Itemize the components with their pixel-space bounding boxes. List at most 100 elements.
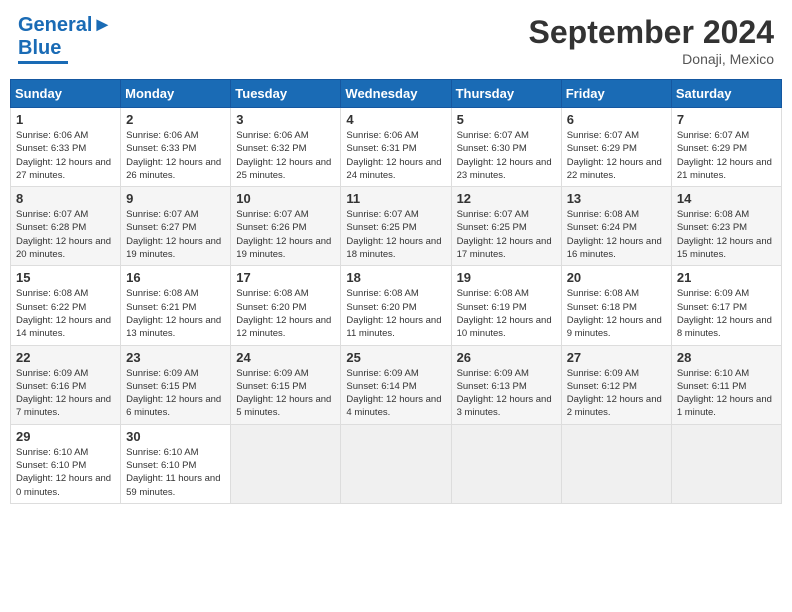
day-info: Sunrise: 6:07 AMSunset: 6:29 PMDaylight:… — [567, 129, 666, 182]
day-info: Sunrise: 6:08 AMSunset: 6:23 PMDaylight:… — [677, 208, 776, 261]
calendar-day-cell: 12 Sunrise: 6:07 AMSunset: 6:25 PMDayligh… — [451, 187, 561, 266]
calendar-day-cell: 29 Sunrise: 6:10 AMSunset: 6:10 PMDayligh… — [11, 424, 121, 503]
logo-underline — [18, 61, 68, 64]
day-info: Sunrise: 6:10 AMSunset: 6:11 PMDaylight:… — [677, 367, 776, 420]
day-number: 6 — [567, 112, 666, 127]
calendar-day-cell: 30 Sunrise: 6:10 AMSunset: 6:10 PMDayligh… — [121, 424, 231, 503]
col-monday: Monday — [121, 80, 231, 108]
day-info: Sunrise: 6:07 AMSunset: 6:27 PMDaylight:… — [126, 208, 225, 261]
day-number: 20 — [567, 270, 666, 285]
calendar-day-cell — [231, 424, 341, 503]
calendar-header-row: Sunday Monday Tuesday Wednesday Thursday… — [11, 80, 782, 108]
day-info: Sunrise: 6:06 AMSunset: 6:33 PMDaylight:… — [16, 129, 115, 182]
day-number: 9 — [126, 191, 225, 206]
day-number: 15 — [16, 270, 115, 285]
calendar-day-cell: 26Sunrise: 6:09 AMSunset: 6:13 PMDayligh… — [451, 345, 561, 424]
calendar-day-cell: 24 Sunrise: 6:09 AMSunset: 6:15 PMDayligh… — [231, 345, 341, 424]
day-number: 25 — [346, 350, 445, 365]
col-thursday: Thursday — [451, 80, 561, 108]
day-number: 30 — [126, 429, 225, 444]
day-number: 14 — [677, 191, 776, 206]
col-sunday: Sunday — [11, 80, 121, 108]
day-info: Sunrise: 6:09 AMSunset: 6:17 PMDaylight:… — [677, 287, 776, 340]
day-info: Sunrise: 6:08 AMSunset: 6:24 PMDaylight:… — [567, 208, 666, 261]
calendar-day-cell: 23 Sunrise: 6:09 AMSunset: 6:15 PMDayligh… — [121, 345, 231, 424]
calendar-day-cell: 8Sunrise: 6:07 AMSunset: 6:28 PMDaylight… — [11, 187, 121, 266]
day-number: 2 — [126, 112, 225, 127]
calendar-day-cell: 4 Sunrise: 6:06 AMSunset: 6:31 PMDaylight… — [341, 108, 451, 187]
day-info: Sunrise: 6:06 AMSunset: 6:31 PMDaylight:… — [346, 129, 445, 182]
calendar-day-cell: 18 Sunrise: 6:08 AMSunset: 6:20 PMDayligh… — [341, 266, 451, 345]
day-info: Sunrise: 6:08 AMSunset: 6:21 PMDaylight:… — [126, 287, 225, 340]
calendar-week-row: 15Sunrise: 6:08 AMSunset: 6:22 PMDayligh… — [11, 266, 782, 345]
calendar-day-cell: 9 Sunrise: 6:07 AMSunset: 6:27 PMDaylight… — [121, 187, 231, 266]
col-wednesday: Wednesday — [341, 80, 451, 108]
calendar-day-cell: 1 Sunrise: 6:06 AMSunset: 6:33 PMDaylight… — [11, 108, 121, 187]
calendar-day-cell: 10Sunrise: 6:07 AMSunset: 6:26 PMDayligh… — [231, 187, 341, 266]
day-number: 23 — [126, 350, 225, 365]
day-info: Sunrise: 6:07 AMSunset: 6:25 PMDaylight:… — [346, 208, 445, 261]
day-info: Sunrise: 6:07 AMSunset: 6:30 PMDaylight:… — [457, 129, 556, 182]
day-info: Sunrise: 6:09 AMSunset: 6:15 PMDaylight:… — [126, 367, 225, 420]
calendar-day-cell: 13 Sunrise: 6:08 AMSunset: 6:24 PMDayligh… — [561, 187, 671, 266]
day-info: Sunrise: 6:10 AMSunset: 6:10 PMDaylight:… — [16, 446, 115, 499]
day-number: 24 — [236, 350, 335, 365]
calendar-week-row: 29 Sunrise: 6:10 AMSunset: 6:10 PMDayligh… — [11, 424, 782, 503]
day-number: 18 — [346, 270, 445, 285]
calendar-day-cell: 16Sunrise: 6:08 AMSunset: 6:21 PMDayligh… — [121, 266, 231, 345]
calendar-day-cell: 28 Sunrise: 6:10 AMSunset: 6:11 PMDayligh… — [671, 345, 781, 424]
day-number: 11 — [346, 191, 445, 206]
day-number: 28 — [677, 350, 776, 365]
calendar-day-cell: 3Sunrise: 6:06 AMSunset: 6:32 PMDaylight… — [231, 108, 341, 187]
day-number: 1 — [16, 112, 115, 127]
title-section: September 2024 Donaji, Mexico — [529, 14, 774, 67]
day-number: 22 — [16, 350, 115, 365]
calendar-day-cell: 25 Sunrise: 6:09 AMSunset: 6:14 PMDayligh… — [341, 345, 451, 424]
page-header: General► Blue September 2024 Donaji, Mex… — [10, 10, 782, 71]
calendar-day-cell — [341, 424, 451, 503]
day-info: Sunrise: 6:07 AMSunset: 6:29 PMDaylight:… — [677, 129, 776, 182]
col-friday: Friday — [561, 80, 671, 108]
day-number: 4 — [346, 112, 445, 127]
calendar-week-row: 8Sunrise: 6:07 AMSunset: 6:28 PMDaylight… — [11, 187, 782, 266]
day-info: Sunrise: 6:07 AMSunset: 6:25 PMDaylight:… — [457, 208, 556, 261]
day-number: 12 — [457, 191, 556, 206]
day-info: Sunrise: 6:08 AMSunset: 6:20 PMDaylight:… — [236, 287, 335, 340]
calendar-day-cell: 15Sunrise: 6:08 AMSunset: 6:22 PMDayligh… — [11, 266, 121, 345]
calendar-day-cell: 7Sunrise: 6:07 AMSunset: 6:29 PMDaylight… — [671, 108, 781, 187]
calendar-day-cell — [561, 424, 671, 503]
day-info: Sunrise: 6:07 AMSunset: 6:28 PMDaylight:… — [16, 208, 115, 261]
day-info: Sunrise: 6:09 AMSunset: 6:16 PMDaylight:… — [16, 367, 115, 420]
subtitle: Donaji, Mexico — [529, 51, 774, 67]
calendar-day-cell: 11 Sunrise: 6:07 AMSunset: 6:25 PMDayligh… — [341, 187, 451, 266]
day-info: Sunrise: 6:06 AMSunset: 6:32 PMDaylight:… — [236, 129, 335, 182]
calendar-day-cell — [671, 424, 781, 503]
calendar-week-row: 22 Sunrise: 6:09 AMSunset: 6:16 PMDayligh… — [11, 345, 782, 424]
calendar-day-cell: 17Sunrise: 6:08 AMSunset: 6:20 PMDayligh… — [231, 266, 341, 345]
logo-line2: Blue — [18, 37, 61, 60]
logo-text: General► — [18, 14, 112, 37]
day-number: 13 — [567, 191, 666, 206]
day-info: Sunrise: 6:08 AMSunset: 6:18 PMDaylight:… — [567, 287, 666, 340]
calendar-day-cell: 5 Sunrise: 6:07 AMSunset: 6:30 PMDaylight… — [451, 108, 561, 187]
day-number: 29 — [16, 429, 115, 444]
day-info: Sunrise: 6:10 AMSunset: 6:10 PMDaylight:… — [126, 446, 225, 499]
day-number: 5 — [457, 112, 556, 127]
calendar-day-cell: 27 Sunrise: 6:09 AMSunset: 6:12 PMDayligh… — [561, 345, 671, 424]
day-info: Sunrise: 6:09 AMSunset: 6:15 PMDaylight:… — [236, 367, 335, 420]
day-number: 27 — [567, 350, 666, 365]
day-info: Sunrise: 6:08 AMSunset: 6:19 PMDaylight:… — [457, 287, 556, 340]
day-info: Sunrise: 6:08 AMSunset: 6:20 PMDaylight:… — [346, 287, 445, 340]
col-saturday: Saturday — [671, 80, 781, 108]
calendar-week-row: 1 Sunrise: 6:06 AMSunset: 6:33 PMDaylight… — [11, 108, 782, 187]
calendar-day-cell: 19Sunrise: 6:08 AMSunset: 6:19 PMDayligh… — [451, 266, 561, 345]
day-info: Sunrise: 6:06 AMSunset: 6:33 PMDaylight:… — [126, 129, 225, 182]
calendar-table: Sunday Monday Tuesday Wednesday Thursday… — [10, 79, 782, 504]
day-info: Sunrise: 6:09 AMSunset: 6:14 PMDaylight:… — [346, 367, 445, 420]
main-title: September 2024 — [529, 14, 774, 51]
calendar-day-cell: 2 Sunrise: 6:06 AMSunset: 6:33 PMDaylight… — [121, 108, 231, 187]
day-info: Sunrise: 6:09 AMSunset: 6:12 PMDaylight:… — [567, 367, 666, 420]
calendar-day-cell: 20 Sunrise: 6:08 AMSunset: 6:18 PMDayligh… — [561, 266, 671, 345]
day-number: 10 — [236, 191, 335, 206]
calendar-day-cell: 22 Sunrise: 6:09 AMSunset: 6:16 PMDayligh… — [11, 345, 121, 424]
